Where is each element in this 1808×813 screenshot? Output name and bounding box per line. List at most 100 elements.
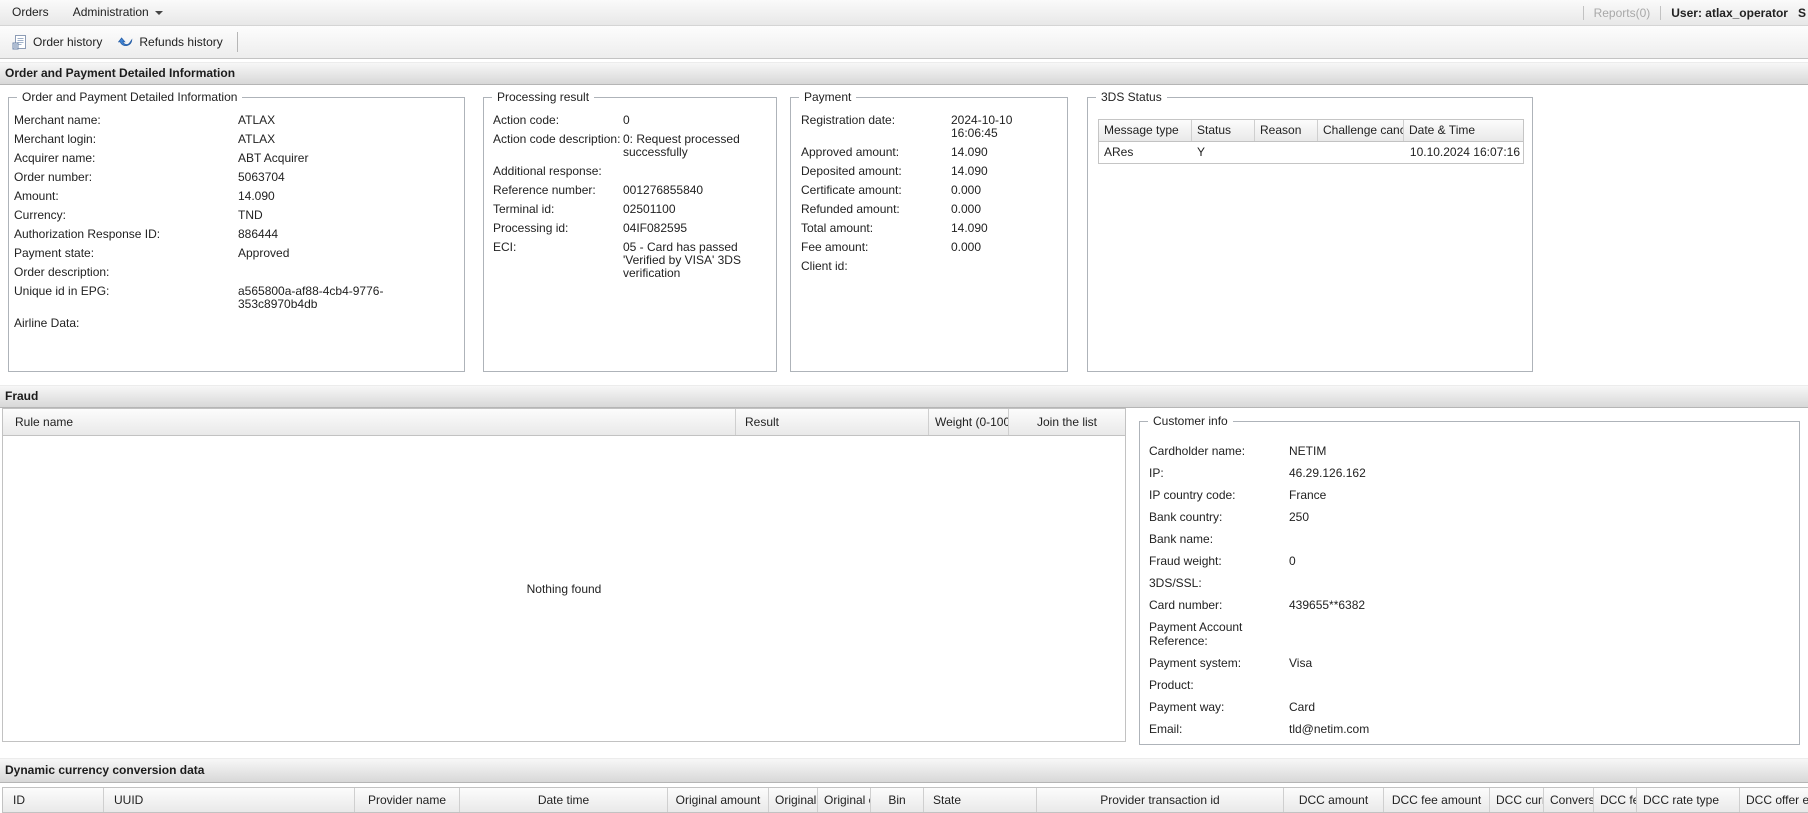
processing-result-rows: Action code: 0 Action code description: … <box>484 98 776 280</box>
field-label: IP country code: <box>1149 488 1236 502</box>
field-row: Fee amount: 0.000 <box>801 241 1059 254</box>
refunds-history-icon <box>118 37 133 47</box>
field-value: 0: Request processed successfully <box>623 132 740 159</box>
order-history-icon <box>12 35 26 50</box>
order-info-rows: Merchant name: ATLAX Merchant login: ATL… <box>9 98 464 330</box>
field-value: 0 <box>1289 554 1296 568</box>
customer-info-rows: Cardholder name: NETIM IP: 46.29.126.162… <box>1140 422 1799 736</box>
field-row: Registration date: 2024-10-10 16:06:45 <box>801 114 1059 140</box>
field-label: Card number: <box>1149 598 1223 612</box>
field-label: Total amount: <box>801 221 874 235</box>
field-value: Card <box>1289 700 1316 714</box>
field-label: Payment way: <box>1149 700 1225 714</box>
fraud-table-header: Rule name Result Weight (0-100) Join the li… <box>3 409 1125 436</box>
field-value: 001276855840 <box>623 183 704 197</box>
processing-result-fieldset: Processing result Action code: 0 Action … <box>483 90 777 372</box>
dcc-column-header: Original amount <box>668 788 769 812</box>
field-row: Payment Account Reference: <box>1149 620 1791 648</box>
dcc-column-header: DCC fee <box>1594 788 1637 812</box>
field-label: Airline Data: <box>14 316 80 330</box>
field-value: 0.000 <box>951 202 982 216</box>
order-info-fieldset: Order and Payment Detailed Information M… <box>8 90 465 372</box>
three-ds-fieldset: 3DS Status Message type Status Reason Chall… <box>1087 90 1533 372</box>
field-row: Refunded amount: 0.000 <box>801 203 1059 216</box>
field-label: Merchant name: <box>14 113 101 127</box>
order-info-legend: Order and Payment Detailed Information <box>17 90 243 105</box>
field-row: Additional response: <box>493 165 768 178</box>
dcc-column-header: DCC offer exp <box>1746 793 1808 807</box>
order-history-button[interactable]: Order history <box>4 30 110 54</box>
field-label: IP: <box>1149 466 1164 480</box>
three-ds-table: Message typeStatusReasonChallenge cancel… <box>1098 119 1524 164</box>
field-value: 5063704 <box>238 170 285 184</box>
field-row: Unique id in EPG: a565800a-af88-4cb4-977… <box>14 285 458 311</box>
menu-reports[interactable]: Reports(0) <box>1594 6 1651 20</box>
menu-administration-label: Administration <box>72 5 149 19</box>
three-ds-column-header: Message type <box>1099 120 1192 141</box>
field-row: Fraud weight: 0 <box>1149 554 1791 568</box>
field-label: Approved amount: <box>801 145 900 159</box>
field-row: Currency: TND <box>14 209 458 222</box>
dcc-column-header: Provider transaction id <box>1037 788 1284 812</box>
payment-legend: Payment <box>799 90 857 105</box>
field-value <box>238 317 458 330</box>
field-label: Acquirer name: <box>14 151 96 165</box>
field-row: Terminal id: 02501100 <box>493 203 768 216</box>
processing-result-legend: Processing result <box>492 90 595 105</box>
order-detail-page: Orders Administration Reports(0) User: a… <box>0 0 1808 813</box>
dcc-table-header: ID UUID Provider name Date time Original amo… <box>3 788 1808 813</box>
field-label: Processing id: <box>493 221 569 235</box>
refunds-history-button[interactable]: Refunds history <box>110 30 230 54</box>
field-label: Merchant login: <box>14 132 97 146</box>
field-label: Bank name: <box>1149 532 1214 546</box>
field-value: ATLAX <box>238 113 276 127</box>
field-row: ECI: 05 - Card has passed 'Verified by V… <box>493 241 768 280</box>
field-value: 0 <box>623 113 630 127</box>
field-value: tld@netim.com <box>1289 722 1370 736</box>
field-label: Action code: <box>493 113 560 127</box>
field-value <box>238 266 458 279</box>
section-header-main: Order and Payment Detailed Information <box>0 62 1808 85</box>
field-label: Amount: <box>14 189 59 203</box>
fraud-table: Rule name Result Weight (0-100) Join the li… <box>2 408 1126 742</box>
section-header-fraud: Fraud <box>0 385 1808 408</box>
field-value: 46.29.126.162 <box>1289 466 1366 480</box>
field-label: Bank country: <box>1149 510 1223 524</box>
signout-link-partial[interactable]: S <box>1798 6 1806 20</box>
field-label: Fraud weight: <box>1149 554 1222 568</box>
field-value <box>1289 576 1791 590</box>
field-label: Reference number: <box>493 183 596 197</box>
field-value: TND <box>238 208 263 222</box>
field-value: 2024-10-10 16:06:45 <box>951 113 1013 140</box>
field-label: Cardholder name: <box>1149 444 1246 458</box>
dcc-column-header: DCC amount <box>1284 788 1384 812</box>
menu-administration[interactable]: Administration <box>61 0 175 25</box>
menubar-separator <box>1582 6 1584 20</box>
field-row: Action code description: 0: Request proc… <box>493 133 768 159</box>
field-value: 02501100 <box>623 202 676 216</box>
payment-fieldset: Payment Registration date: 2024-10-10 16… <box>790 90 1068 372</box>
field-label: Payment system: <box>1149 656 1242 670</box>
field-row: Authorization Response ID: 886444 <box>14 228 458 241</box>
field-value: 0.000 <box>951 240 982 254</box>
chevron-down-icon <box>154 10 163 15</box>
field-label: Payment Account Reference: <box>1149 620 1243 648</box>
field-label: Certificate amount: <box>801 183 902 197</box>
field-value: 04IF082595 <box>623 221 688 235</box>
field-label: Deposited amount: <box>801 164 902 178</box>
field-label: Registration date: <box>801 113 896 127</box>
current-user-label: User: atlax_operator <box>1671 6 1788 20</box>
field-value <box>1289 678 1791 692</box>
field-value: 0.000 <box>951 183 982 197</box>
field-label: Currency: <box>14 208 67 222</box>
field-value: 14.090 <box>951 164 988 178</box>
fraud-table-body: Nothing found <box>3 436 1125 741</box>
menu-orders[interactable]: Orders <box>0 0 61 25</box>
field-label: Refunded amount: <box>801 202 900 216</box>
field-row: Order description: <box>14 266 458 279</box>
menu-orders-label: Orders <box>12 5 49 19</box>
field-row: Total amount: 14.090 <box>801 222 1059 235</box>
fraud-column-header: Weight (0-100) <box>929 409 1009 435</box>
three-ds-column-header: Reason <box>1255 120 1318 141</box>
field-row: Payment state: Approved <box>14 247 458 260</box>
